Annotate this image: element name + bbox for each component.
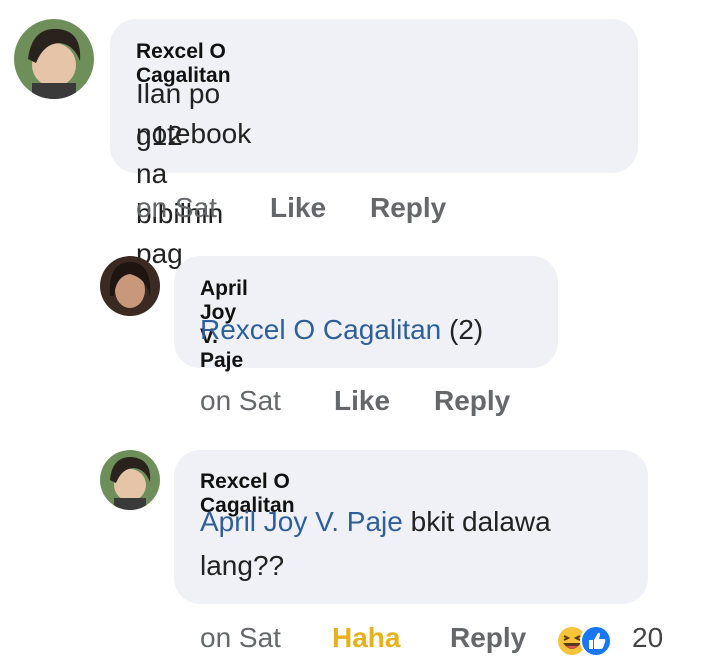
reaction-count[interactable]: 20 — [632, 622, 663, 654]
comment-text-body: bkit dalawa — [410, 506, 551, 537]
comment-text: Rexcel O Cagalitan (2) — [200, 310, 483, 350]
user-photo-icon — [14, 19, 94, 99]
avatar[interactable] — [100, 450, 160, 510]
comment-text-body: (2) — [449, 314, 484, 345]
like-thumb-icon — [580, 625, 612, 657]
comment-time[interactable]: on Sat — [200, 622, 281, 654]
mention-link[interactable]: April Joy V. Paje — [200, 506, 403, 537]
reaction-summary[interactable] — [556, 624, 626, 658]
haha-reaction-button[interactable]: Haha — [332, 622, 400, 654]
avatar[interactable] — [100, 256, 160, 316]
comment-text-line2: lang?? — [200, 550, 285, 581]
reply-button[interactable]: Reply — [434, 385, 510, 417]
reply-button[interactable]: Reply — [450, 622, 526, 654]
mention-link[interactable]: Rexcel O Cagalitan — [200, 314, 441, 345]
like-button[interactable]: Like — [270, 192, 326, 224]
comment-text-line1: Ilan po notebook na bibilhin pag — [136, 78, 252, 269]
comment-time[interactable]: on Sat — [200, 385, 281, 417]
like-button[interactable]: Like — [334, 385, 390, 417]
comment-time[interactable]: on Sat — [136, 192, 217, 224]
comment-text-line1: April Joy V. Paje bkit dalawa — [200, 502, 551, 542]
comment-text-line2: g12 — [136, 120, 183, 151]
user-photo-icon — [100, 256, 160, 316]
avatar[interactable] — [14, 19, 94, 99]
reply-button[interactable]: Reply — [370, 192, 446, 224]
user-photo-icon — [100, 450, 160, 510]
